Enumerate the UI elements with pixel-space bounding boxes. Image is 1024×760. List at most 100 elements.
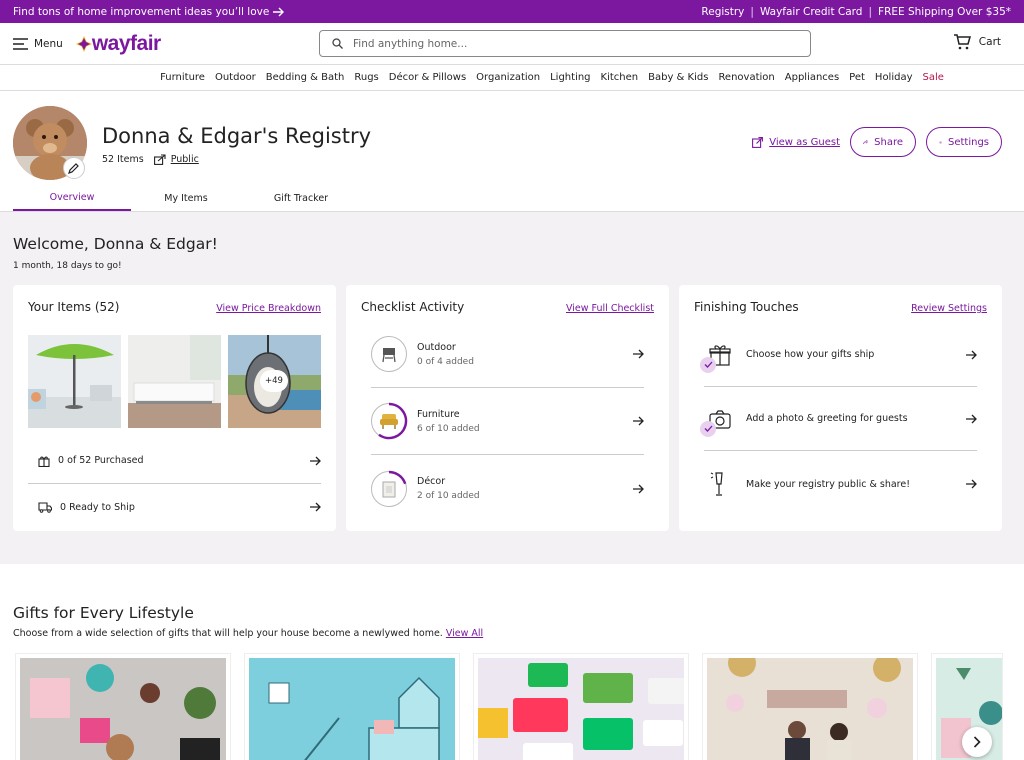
- view-all-link[interactable]: View All: [446, 628, 483, 639]
- divider: |: [868, 5, 873, 18]
- cart-button[interactable]: Cart: [953, 34, 1001, 50]
- items-count: 52 Items: [102, 154, 144, 165]
- overview-section: Welcome, Donna & Edgar! 1 month, 18 days…: [0, 212, 1024, 564]
- finishing-row-share[interactable]: Make your registry public & share!: [704, 452, 977, 516]
- registry-link[interactable]: Registry: [701, 6, 744, 18]
- site-header: Menu wayfair Find anything home... Cart: [0, 23, 1024, 65]
- share-button[interactable]: Share: [850, 127, 916, 157]
- registry-meta: 52 Items Public: [102, 154, 199, 165]
- settings-button[interactable]: Settings: [926, 127, 1002, 157]
- truck-icon: [38, 501, 52, 513]
- progress-arc: [378, 402, 408, 440]
- arrow-right-icon: [966, 414, 977, 423]
- cart-icon: [953, 34, 971, 50]
- progress-ring: [371, 336, 407, 372]
- finishing-label: Make your registry public & share!: [746, 478, 911, 490]
- finishing-icon: [704, 468, 736, 500]
- arrow-right-icon: [633, 484, 644, 493]
- nav-item-pet[interactable]: Pet: [849, 72, 865, 83]
- nav-item-organization[interactable]: Organization: [476, 72, 540, 83]
- nav-item-appliances[interactable]: Appliances: [785, 72, 839, 83]
- gifts-subtitle: Choose from a wide selection of gifts th…: [13, 628, 483, 639]
- arrow-right-icon: [310, 502, 321, 512]
- finishing-row-photo[interactable]: Add a photo & greeting for guests: [700, 387, 977, 451]
- your-items-title: Your Items (52): [28, 300, 120, 314]
- progress-arc-fill: [378, 402, 408, 440]
- checklist-card: Checklist Activity View Full Checklist O…: [346, 285, 669, 531]
- registry-actions: View as Guest Share Settings: [752, 127, 1002, 157]
- progress-ring: [371, 470, 407, 507]
- nav-item-furniture[interactable]: Furniture: [160, 72, 205, 83]
- search-input[interactable]: Find anything home...: [319, 30, 811, 57]
- ready-to-ship-row[interactable]: 0 Ready to Ship: [28, 484, 321, 530]
- finishing-row-shipping[interactable]: Choose how your gifts ship: [700, 323, 977, 387]
- nav-item-outdoor[interactable]: Outdoor: [215, 72, 256, 83]
- arrow-right-icon: [633, 416, 644, 426]
- nav-item-bedding-bath[interactable]: Bedding & Bath: [266, 72, 345, 83]
- finishing-touches-card: Finishing Touches Review Settings Choose…: [679, 285, 1002, 531]
- nav-item-holiday[interactable]: Holiday: [875, 72, 913, 83]
- finishing-icon: [700, 403, 736, 437]
- gift-card-kitchen[interactable]: [16, 654, 230, 760]
- checkmark-icon: [704, 361, 712, 368]
- gifts-title: Gifts for Every Lifestyle: [13, 604, 194, 622]
- checklist-row-furniture[interactable]: Furniture 6 of 10 added: [371, 388, 644, 455]
- nav-item-lighting[interactable]: Lighting: [550, 72, 590, 83]
- visibility-toggle[interactable]: Public: [153, 154, 199, 165]
- kitchen-gifts-image: [20, 658, 226, 760]
- finishing-title: Finishing Touches: [694, 300, 799, 314]
- promo-text: Find tons of home improvement ideas you’…: [13, 5, 270, 18]
- gift-card-gift-cards[interactable]: [474, 654, 688, 760]
- more-items-badge[interactable]: +49: [260, 370, 288, 392]
- divider: |: [750, 5, 754, 18]
- carousel-next-button[interactable]: [962, 727, 992, 757]
- checklist-text: Décor 2 of 10 added: [417, 476, 480, 501]
- checklist-name: Outdoor: [417, 341, 456, 353]
- finishing-label: Choose how your gifts ship: [746, 349, 875, 360]
- nav-item-baby-kids[interactable]: Baby & Kids: [648, 72, 708, 83]
- menu-button[interactable]: Menu: [13, 38, 63, 50]
- menu-label: Menu: [34, 37, 63, 50]
- nav-item-decor-pillows[interactable]: Décor & Pillows: [389, 72, 466, 83]
- tv-stand-image: [128, 335, 221, 428]
- hamburger-icon: [13, 37, 28, 50]
- search-icon: [332, 38, 343, 49]
- registry-tabs: Overview My Items Gift Tracker: [0, 185, 361, 211]
- edit-photo-button[interactable]: [63, 157, 85, 179]
- promo-link[interactable]: Find tons of home improvement ideas you’…: [13, 6, 285, 18]
- view-as-guest-link[interactable]: View as Guest: [752, 137, 840, 148]
- gift-cards-image: [478, 658, 684, 760]
- gift-card-celebration[interactable]: [703, 654, 917, 760]
- nav-item-kitchen[interactable]: Kitchen: [601, 72, 639, 83]
- review-settings-link[interactable]: Review Settings: [911, 303, 987, 314]
- public-share-icon: [153, 154, 166, 165]
- progress-ring: [371, 402, 408, 440]
- shipping-link[interactable]: FREE Shipping Over $35*: [878, 6, 1011, 18]
- welcome-heading: Welcome, Donna & Edgar!: [13, 235, 218, 253]
- logo-text: wayfair: [91, 31, 161, 55]
- checklist-name: Décor: [417, 476, 446, 487]
- checklist-row-outdoor[interactable]: Outdoor 0 of 4 added: [371, 321, 644, 388]
- gifts-subtitle-text: Choose from a wide selection of gifts th…: [13, 628, 443, 639]
- tab-gift-tracker[interactable]: Gift Tracker: [241, 185, 361, 211]
- gift-card-home-essentials[interactable]: [245, 654, 459, 760]
- view-full-checklist-link[interactable]: View Full Checklist: [566, 303, 654, 314]
- nav-item-rugs[interactable]: Rugs: [354, 72, 378, 83]
- credit-card-link[interactable]: Wayfair Credit Card: [760, 6, 863, 18]
- item-thumbnail-tv-stand[interactable]: [128, 335, 221, 428]
- item-thumbnail-hanging-chair[interactable]: +49: [228, 335, 321, 428]
- gifts-section: Gifts for Every Lifestyle Choose from a …: [0, 564, 1024, 760]
- checklist-title: Checklist Activity: [361, 300, 465, 314]
- wayfair-logo[interactable]: wayfair: [75, 31, 161, 56]
- nav-item-renovation[interactable]: Renovation: [718, 72, 774, 83]
- pencil-icon: [68, 163, 79, 174]
- checklist-text: Furniture 6 of 10 added: [417, 409, 480, 434]
- tab-overview[interactable]: Overview: [13, 185, 131, 211]
- nav-item-sale[interactable]: Sale: [923, 72, 944, 83]
- view-price-breakdown-link[interactable]: View Price Breakdown: [216, 303, 321, 314]
- checklist-row-decor[interactable]: Décor 2 of 10 added: [371, 455, 644, 522]
- purchased-row[interactable]: 0 of 52 Purchased: [28, 438, 321, 484]
- gift-carousel: [16, 654, 1002, 760]
- item-thumbnail-umbrella[interactable]: [28, 335, 121, 428]
- tab-my-items[interactable]: My Items: [131, 185, 241, 211]
